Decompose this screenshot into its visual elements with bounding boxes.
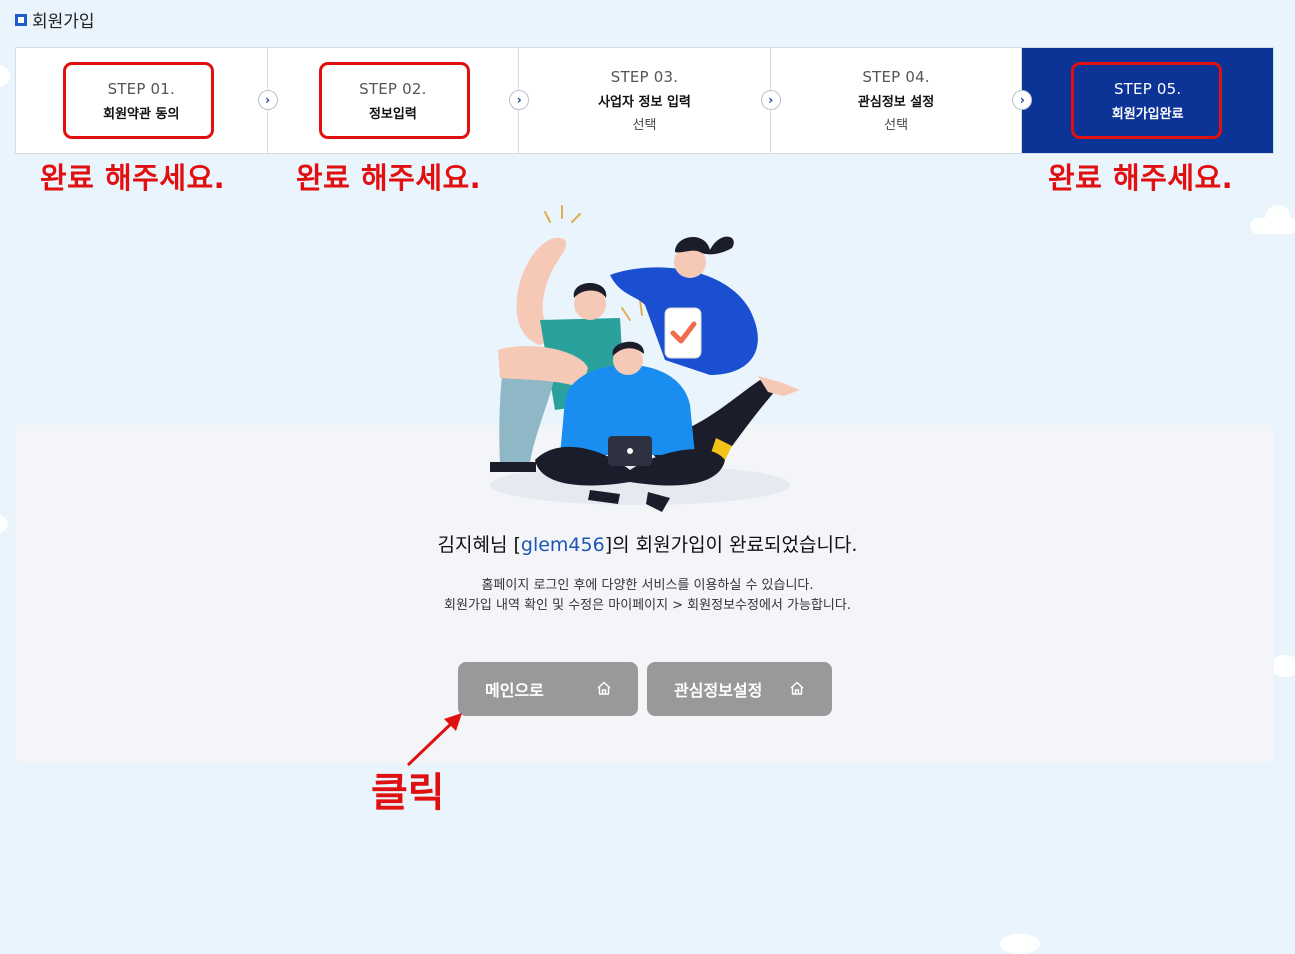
celebration-illustration — [490, 205, 800, 512]
cloud-decoration — [1000, 934, 1040, 954]
step-name: 사업자 정보 입력 — [598, 95, 691, 110]
cloud-decoration — [0, 65, 10, 87]
page-title: 회원가입 — [32, 12, 95, 32]
step-number: STEP 05. — [1113, 79, 1182, 98]
page-header: 회원가입 — [15, 7, 95, 32]
step-name: 회원가입완료 — [1111, 106, 1184, 122]
step-number: STEP 01. — [107, 79, 176, 98]
step-number: STEP 02. — [359, 79, 427, 98]
description-line-1: 홈페이지 로그인 후에 다양한 서비스를 이용하실 수 있습니다. — [481, 578, 814, 593]
step-optional-label: 선택 — [884, 118, 909, 133]
description-line-2: 회원가입 내역 확인 및 수정은 마이페이지 > 회원정보수정에서 가능합니다. — [444, 598, 851, 613]
step-1: STEP 01. 회원약관 동의 › — [16, 48, 278, 153]
interest-settings-button-label: 관심정보설정 — [674, 681, 763, 700]
step-number: STEP 03. — [610, 68, 679, 86]
completion-description: 홈페이지 로그인 후에 다양한 서비스를 이용하실 수 있습니다. 회원가입 내… — [0, 576, 1295, 616]
user-id: glem456 — [520, 534, 605, 556]
step-name: 관심정보 설정 — [857, 95, 935, 110]
step-name: 정보입력 — [368, 106, 417, 122]
home-icon — [597, 681, 611, 695]
step-4: STEP 04. 관심정보 설정 선택 › — [771, 48, 1033, 153]
interest-settings-button[interactable]: 관심정보설정 — [647, 662, 832, 716]
step-5-current: STEP 05. 회원가입완료 — [1022, 48, 1273, 153]
annotation-click-label: 클릭 — [371, 770, 445, 816]
home-icon — [790, 681, 804, 695]
step-name: 회원약관 동의 — [103, 106, 180, 122]
square-bullet-icon — [15, 13, 27, 26]
go-main-button[interactable]: 메인으로 — [458, 662, 638, 716]
step-3: STEP 03. 사업자 정보 입력 선택 › — [519, 48, 781, 153]
go-main-button-label: 메인으로 — [485, 681, 544, 700]
step-2: STEP 02. 정보입력 › — [268, 48, 530, 153]
step-optional-label: 선택 — [632, 118, 657, 133]
chevron-right-icon: › — [760, 90, 781, 110]
step-progress-bar: STEP 01. 회원약관 동의 › STEP 02. 정보입력 › STEP … — [15, 47, 1274, 154]
cloud-decoration — [1265, 205, 1291, 231]
chevron-right-icon: › — [257, 90, 278, 110]
completion-message: 김지혜님 [glem456]의 회원가입이 완료되었습니다. — [0, 530, 1295, 557]
annotation-note-step2: 완료 해주세요. — [296, 161, 482, 195]
completion-message-prefix: 김지혜님 [ — [437, 534, 521, 556]
annotation-note-step5: 완료 해주세요. — [1048, 161, 1234, 195]
annotation-note-step1: 완료 해주세요. — [40, 161, 226, 195]
step-number: STEP 04. — [862, 68, 930, 86]
completion-message-suffix: ]의 회원가입이 완료되었습니다. — [604, 534, 858, 556]
